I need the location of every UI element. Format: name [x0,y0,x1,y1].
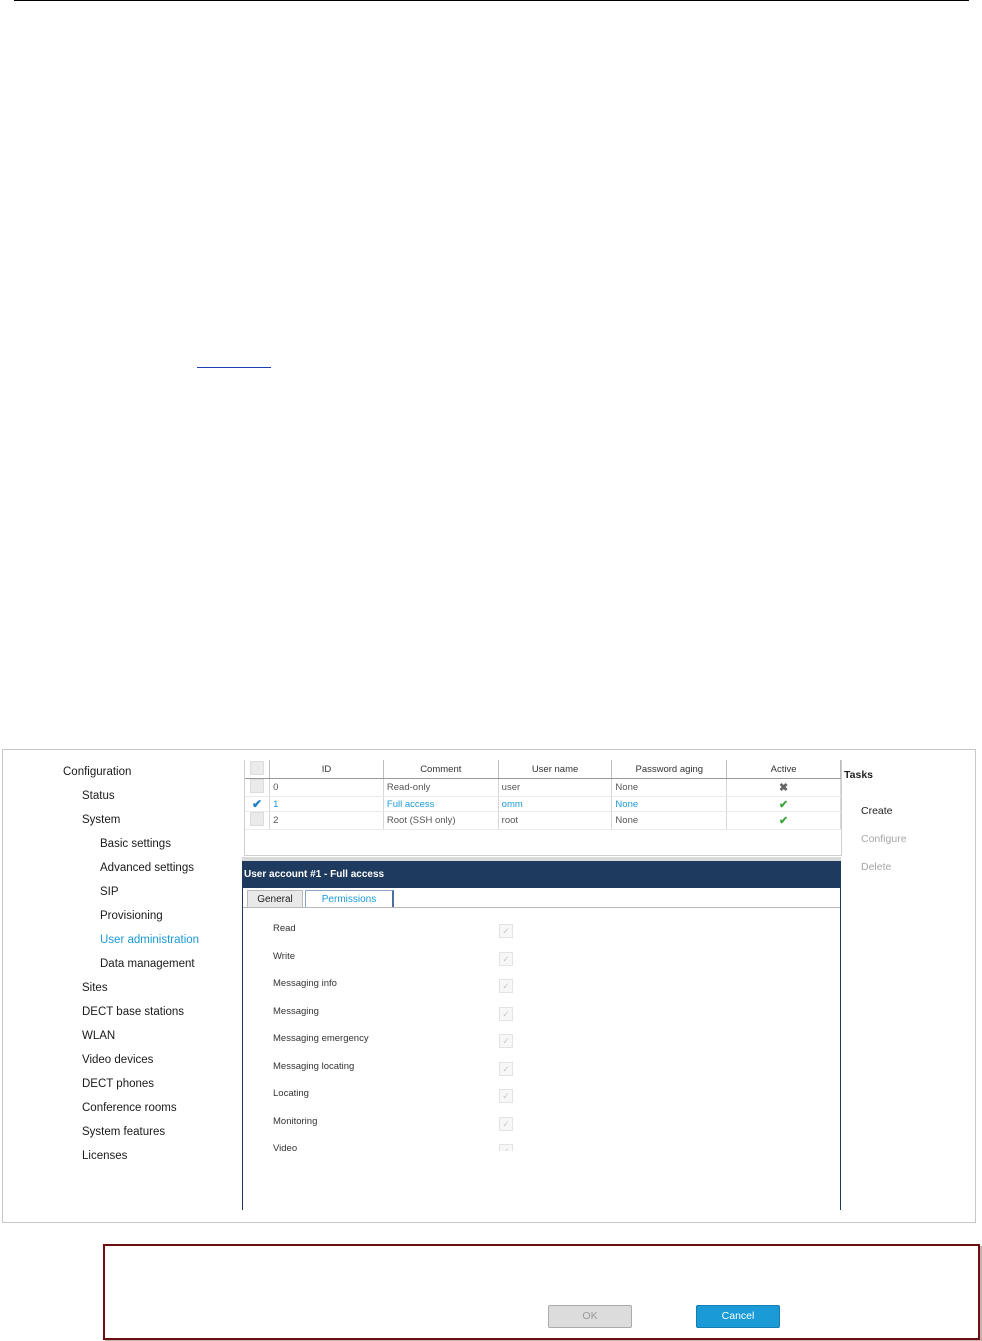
nav-item-basic-settings[interactable]: Basic settings [100,838,171,850]
row-select-checkbox[interactable] [245,778,271,797]
cell-id: 0 [269,778,384,797]
nav-item-advanced-settings[interactable]: Advanced settings [100,862,194,874]
cell-password-aging: None [611,778,728,797]
tasks-title: Tasks [844,769,873,781]
user-accounts-table: ID Comment User name Password aging Acti… [244,760,842,856]
cell-user-name: omm [498,796,613,812]
column-header-password-aging[interactable]: Password aging [611,760,728,779]
table-header-row: ID Comment User name Password aging Acti… [245,760,841,779]
tab-general[interactable]: General [247,890,303,908]
nav-item-sites[interactable]: Sites [82,982,108,994]
row-select-checkbox[interactable]: ✔ [245,796,271,812]
cell-user-name: user [498,778,613,797]
table-row[interactable]: ✔ 1 Full access omm None ✔ [245,796,841,812]
tab-divider [243,907,840,908]
page-top-rule [14,0,969,1]
cell-active: ✔ [726,796,841,812]
cell-user-name: root [498,811,613,830]
row-select-checkbox[interactable] [245,811,271,830]
nav-item-user-administration[interactable]: User administration [100,934,199,946]
screenshot-frame: Configuration Status System Basic settings A… [2,749,976,1328]
permission-checkbox[interactable]: ✓ [499,1006,513,1021]
permission-label: Locating [273,1088,309,1099]
navigation-tree: Configuration Status System Basic settings A… [3,750,241,1222]
permission-label: Messaging info [273,978,337,989]
nav-item-configuration[interactable]: Configuration [63,766,131,778]
permission-label: Write [273,950,295,962]
permission-checkbox[interactable]: ✓ [499,1061,513,1076]
permission-label: Messaging emergency [273,1033,369,1044]
note-callout-box [103,1244,980,1340]
cell-id: 1 [269,796,384,812]
cell-comment: Read-only [383,778,499,797]
active-check-icon: ✔ [778,798,789,811]
task-configure[interactable]: Configure [861,833,907,845]
nav-item-wlan[interactable]: WLAN [82,1030,115,1042]
nav-item-provisioning[interactable]: Provisioning [100,910,163,922]
nav-item-video-devices[interactable]: Video devices [82,1054,153,1066]
permission-label: Messaging locating [273,1060,355,1072]
permission-checkbox[interactable]: ✓ [499,1089,513,1103]
detail-title: User account #1 - Full access [242,861,841,888]
permission-label: Read [273,923,296,934]
permission-checkbox[interactable]: ✓ [499,924,513,938]
checkmark-icon: ✔ [252,797,263,811]
task-create[interactable]: Create [861,805,893,817]
nav-item-system-features[interactable]: System features [82,1126,165,1138]
permission-checkbox[interactable]: ✓ [499,1116,513,1131]
cell-password-aging: None [611,811,728,830]
nav-item-dect-base-stations[interactable]: DECT base stations [82,1006,184,1018]
nav-item-data-management[interactable]: Data management [100,958,195,970]
cell-comment: Root (SSH only) [383,811,499,830]
table-row[interactable]: 2 Root (SSH only) root None ✔ [245,811,841,830]
column-header-id[interactable]: ID [269,760,384,779]
permission-checkbox[interactable]: ✓ [499,951,513,966]
column-header-user-name[interactable]: User name [498,760,613,779]
table-row[interactable]: 0 Read-only user None ✖ [245,778,841,797]
nav-item-system[interactable]: System [82,814,120,826]
detail-panel: General Permissions Read ✓ Write ✓ Messaging… [242,888,841,1328]
column-header-active[interactable]: Active [726,760,841,779]
cell-active: ✖ [726,778,841,797]
cell-active: ✔ [726,811,841,830]
inactive-cross-icon: ✖ [778,782,789,794]
select-all-checkbox[interactable] [245,760,271,779]
nav-item-status[interactable]: Status [82,790,115,802]
tab-permissions[interactable]: Permissions [305,890,394,908]
cell-password-aging: None [611,796,728,812]
permissions-scroll-clip [243,1151,840,1161]
nav-item-dect-phones[interactable]: DECT phones [82,1078,154,1090]
column-header-comment[interactable]: Comment [383,760,499,779]
nav-item-conference-rooms[interactable]: Conference rooms [82,1102,177,1114]
nav-item-licenses[interactable]: Licenses [82,1150,127,1162]
permission-checkbox[interactable]: ✓ [499,1034,513,1048]
cell-id: 2 [269,811,384,830]
nav-item-sip[interactable]: SIP [100,886,119,898]
permission-label: Monitoring [273,1115,318,1127]
cell-comment: Full access [383,796,499,812]
active-check-icon: ✔ [778,815,789,827]
task-delete[interactable]: Delete [861,861,891,873]
document-link[interactable] [197,357,271,368]
permission-label: Messaging [273,1005,319,1017]
permission-checkbox[interactable]: ✓ [499,979,513,993]
